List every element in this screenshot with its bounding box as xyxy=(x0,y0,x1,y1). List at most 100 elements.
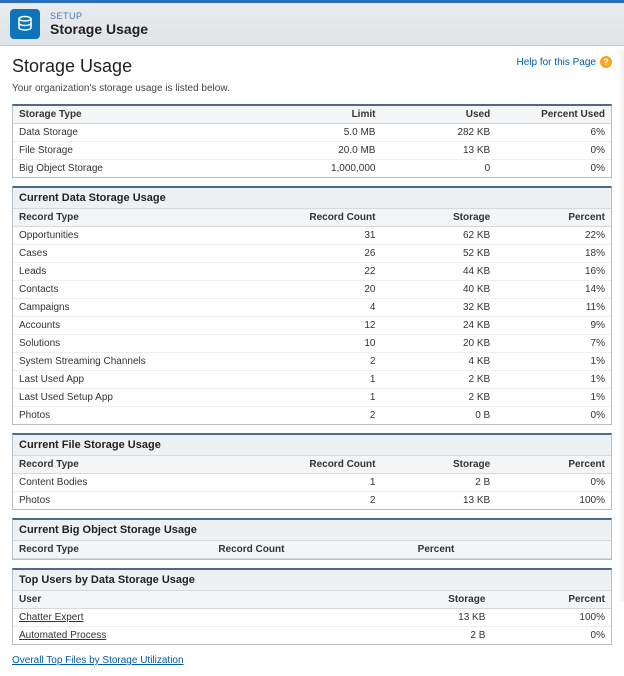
page-subtext: Your organization's storage usage is lis… xyxy=(12,83,612,94)
cell-pct: 100% xyxy=(491,609,611,627)
col-percent: Percent xyxy=(496,209,611,227)
cell-storage: 13 KB xyxy=(381,492,496,510)
cell-used: 282 KB xyxy=(381,124,496,142)
table-row: Accounts1224 KB9% xyxy=(13,317,611,335)
cell-type: File Storage xyxy=(13,142,267,160)
cell-type: Last Used App xyxy=(13,371,267,389)
col-percent: Percent xyxy=(491,591,611,609)
table-row: Chatter Expert13 KB100% xyxy=(13,609,611,627)
table-row: Last Used Setup App12 KB1% xyxy=(13,389,611,407)
table-row: Solutions1020 KB7% xyxy=(13,335,611,353)
col-storage: Storage xyxy=(372,591,492,609)
top-users-table: User Storage Percent Chatter Expert13 KB… xyxy=(13,591,611,644)
cell-type: Opportunities xyxy=(13,227,267,245)
big-object-section: Current Big Object Storage Usage Record … xyxy=(12,518,612,560)
scrollbar[interactable] xyxy=(618,50,624,601)
cell-pct: 0% xyxy=(496,407,611,425)
cell-type: Contacts xyxy=(13,281,267,299)
cell-type: Content Bodies xyxy=(13,474,267,492)
col-percent: Percent xyxy=(496,456,611,474)
cell-pct: 18% xyxy=(496,245,611,263)
cell-count: 1 xyxy=(267,474,382,492)
file-usage-section: Current File Storage Usage Record Type R… xyxy=(12,433,612,510)
section-title: Current Big Object Storage Usage xyxy=(13,520,611,541)
section-title: Current File Storage Usage xyxy=(13,435,611,456)
cell-count: 31 xyxy=(267,227,382,245)
cell-count: 2 xyxy=(267,492,382,510)
page-body: Storage Usage Help for this Page ? Your … xyxy=(0,46,624,676)
storage-summary-section: Storage Type Limit Used Percent Used Dat… xyxy=(12,104,612,178)
cell-count: 1 xyxy=(267,389,382,407)
big-object-table: Record Type Record Count Percent xyxy=(13,541,611,559)
cell-type: Accounts xyxy=(13,317,267,335)
cell-storage: 4 KB xyxy=(381,353,496,371)
cell-limit: 1,000,000 xyxy=(267,160,382,178)
col-user: User xyxy=(13,591,372,609)
cell-count: 2 xyxy=(267,407,382,425)
cell-count: 12 xyxy=(267,317,382,335)
col-used: Used xyxy=(381,106,496,124)
cell-pct: 100% xyxy=(496,492,611,510)
storage-icon xyxy=(10,9,40,39)
cell-pct: 1% xyxy=(496,389,611,407)
table-row: System Streaming Channels24 KB1% xyxy=(13,353,611,371)
col-storage: Storage xyxy=(381,209,496,227)
help-link-text: Help for this Page xyxy=(517,57,597,68)
cell-storage: 2 KB xyxy=(381,389,496,407)
cell-storage: 2 KB xyxy=(381,371,496,389)
data-usage-section: Current Data Storage Usage Record Type R… xyxy=(12,186,612,425)
setup-header: SETUP Storage Usage xyxy=(0,0,624,46)
table-row: Leads2244 KB16% xyxy=(13,263,611,281)
cell-count: 10 xyxy=(267,335,382,353)
cell-used: 0 xyxy=(381,160,496,178)
user-link[interactable]: Automated Process xyxy=(19,630,106,641)
table-row: Cases2652 KB18% xyxy=(13,245,611,263)
cell-pct: 6% xyxy=(496,124,611,142)
cell-pct: 0% xyxy=(496,142,611,160)
col-record-count: Record Count xyxy=(267,456,382,474)
section-title: Top Users by Data Storage Usage xyxy=(13,570,611,591)
cell-pct: 7% xyxy=(496,335,611,353)
table-row: Last Used App12 KB1% xyxy=(13,371,611,389)
cell-pct: 0% xyxy=(496,160,611,178)
overall-top-files-link[interactable]: Overall Top Files by Storage Utilization xyxy=(12,655,184,666)
header-title: Storage Usage xyxy=(50,21,148,37)
cell-storage: 44 KB xyxy=(381,263,496,281)
cell-type: Photos xyxy=(13,407,267,425)
page-title: Storage Usage xyxy=(12,56,132,77)
data-usage-table: Record Type Record Count Storage Percent… xyxy=(13,209,611,424)
table-row: Photos20 B0% xyxy=(13,407,611,425)
table-row: Automated Process2 B0% xyxy=(13,627,611,645)
cell-user: Chatter Expert xyxy=(13,609,372,627)
cell-pct: 1% xyxy=(496,371,611,389)
cell-storage: 32 KB xyxy=(381,299,496,317)
cell-storage: 52 KB xyxy=(381,245,496,263)
cell-count: 26 xyxy=(267,245,382,263)
cell-storage: 2 B xyxy=(381,474,496,492)
col-record-count: Record Count xyxy=(267,209,382,227)
col-limit: Limit xyxy=(267,106,382,124)
cell-storage: 20 KB xyxy=(381,335,496,353)
cell-limit: 20.0 MB xyxy=(267,142,382,160)
cell-count: 2 xyxy=(267,353,382,371)
cell-type: Photos xyxy=(13,492,267,510)
cell-storage: 0 B xyxy=(381,407,496,425)
cell-count: 4 xyxy=(267,299,382,317)
help-link[interactable]: Help for this Page ? xyxy=(517,56,613,68)
table-row: File Storage20.0 MB13 KB0% xyxy=(13,142,611,160)
cell-type: Data Storage xyxy=(13,124,267,142)
cell-pct: 9% xyxy=(496,317,611,335)
cell-pct: 0% xyxy=(496,474,611,492)
col-record-type: Record Type xyxy=(13,541,212,559)
cell-user: Automated Process xyxy=(13,627,372,645)
cell-pct: 14% xyxy=(496,281,611,299)
cell-pct: 11% xyxy=(496,299,611,317)
cell-pct: 16% xyxy=(496,263,611,281)
table-row: Data Storage5.0 MB282 KB6% xyxy=(13,124,611,142)
cell-count: 20 xyxy=(267,281,382,299)
user-link[interactable]: Chatter Expert xyxy=(19,612,83,623)
table-row: Contacts2040 KB14% xyxy=(13,281,611,299)
col-storage: Storage xyxy=(381,456,496,474)
col-record-type: Record Type xyxy=(13,209,267,227)
cell-pct: 0% xyxy=(491,627,611,645)
